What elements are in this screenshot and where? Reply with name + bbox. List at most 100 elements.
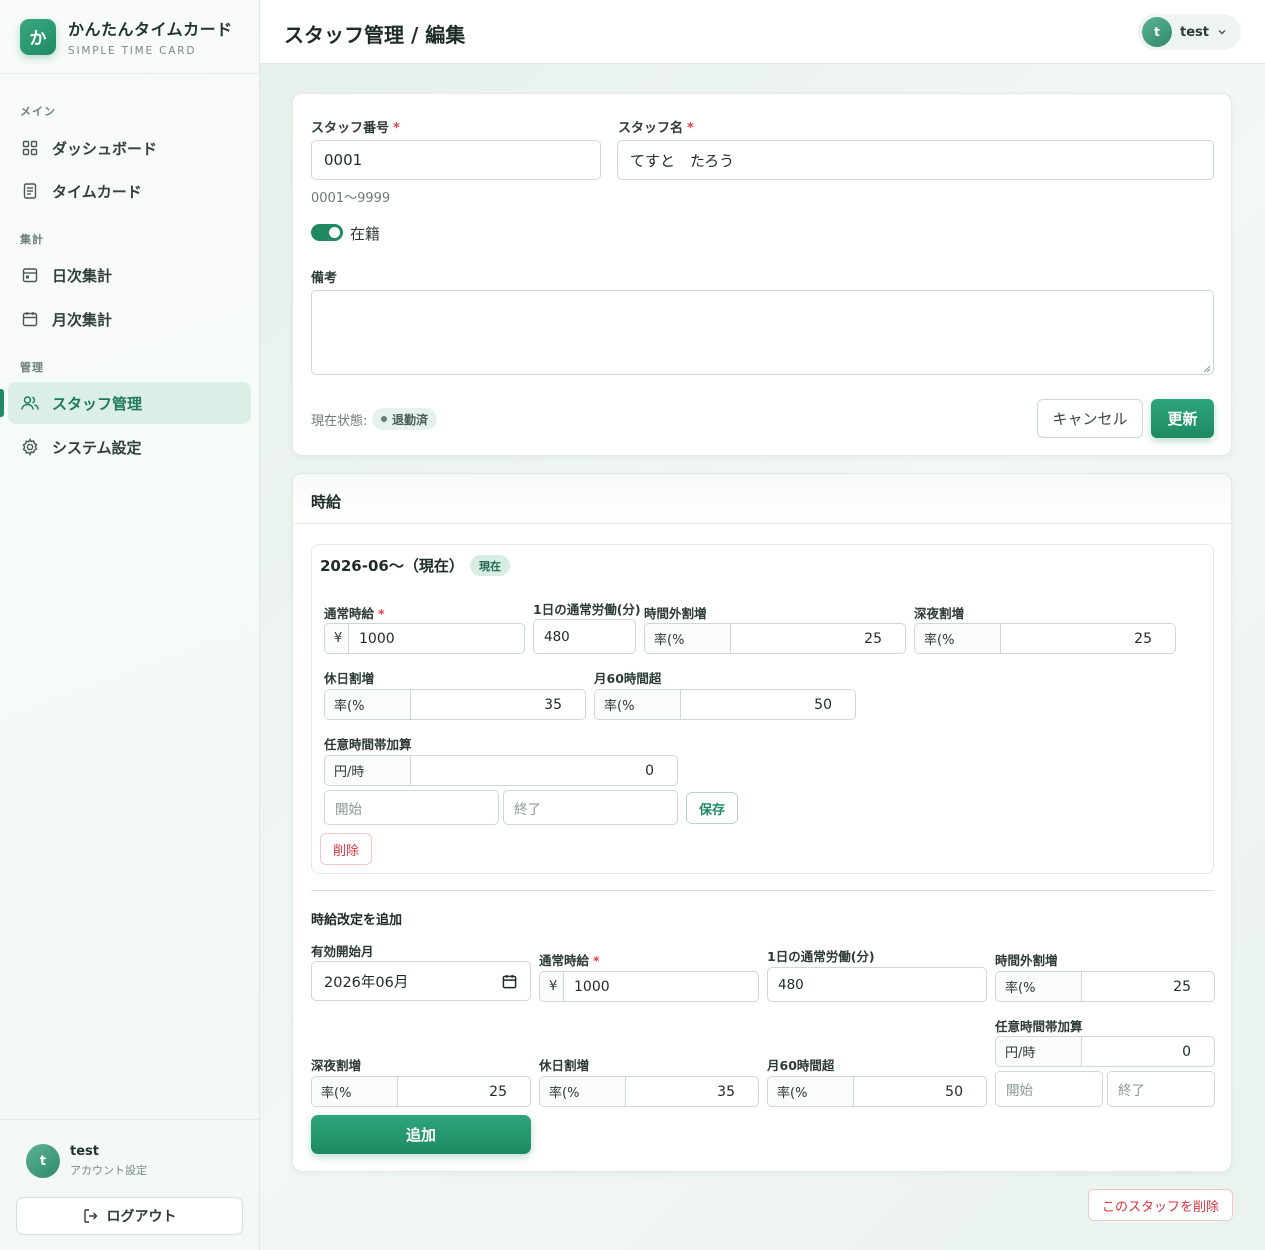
sidebar-item-label: 日次集計 xyxy=(52,266,113,285)
nav-section-summary: 集計 xyxy=(20,233,44,246)
rate-prefix: 率(% xyxy=(325,690,411,719)
wage-section-header: 時給 xyxy=(293,474,1231,524)
custom-start-input[interactable]: 開始 xyxy=(324,790,499,825)
current-badge: 現在 xyxy=(470,555,510,576)
custom-band-input[interactable]: 円/時 0 xyxy=(324,755,678,786)
night-rate-input[interactable]: 率(% 25 xyxy=(914,623,1176,654)
rate-prefix: 率(% xyxy=(540,1077,626,1106)
add-custom-band-input[interactable]: 円/時 0 xyxy=(995,1036,1215,1067)
staff-number-label: スタッフ番号 * xyxy=(311,121,400,136)
status-badge: 退勤済 xyxy=(372,408,438,430)
nav-section-admin: 管理 xyxy=(20,361,44,374)
account-link[interactable]: t test アカウント設定 xyxy=(26,1144,147,1178)
rate-prefix: 率(% xyxy=(915,624,1001,653)
staff-number-hint: 0001〜9999 xyxy=(311,191,391,206)
logout-label: ログアウト xyxy=(106,1209,177,1225)
currency-prefix: ¥ xyxy=(540,972,564,1001)
add-revision-button[interactable]: 追加 xyxy=(311,1115,531,1154)
rate-prefix: 率(% xyxy=(768,1077,854,1106)
custom-band-value: 0 xyxy=(645,762,654,779)
document-icon xyxy=(21,182,39,200)
cancel-button[interactable]: キャンセル xyxy=(1037,399,1143,438)
users-icon xyxy=(21,394,39,412)
daily-minutes-input[interactable]: 480 xyxy=(533,619,636,654)
user-menu-name: test xyxy=(1180,24,1209,40)
rate-prefix: 率(% xyxy=(312,1077,398,1106)
status-label: 現在状態: xyxy=(311,414,368,429)
add-night-label: 深夜割増 xyxy=(311,1058,362,1073)
holiday-rate-input[interactable]: 率(% 35 xyxy=(324,689,586,720)
add-daily-minutes-input[interactable]: 480 xyxy=(767,967,987,1002)
staff-name-input[interactable]: てすと たろう xyxy=(617,140,1214,180)
night-label: 深夜割増 xyxy=(914,606,965,621)
sidebar-item-settings[interactable]: システム設定 xyxy=(8,426,251,468)
brand[interactable]: か かんたんタイムカード SIMPLE TIME CARD xyxy=(0,0,259,74)
sidebar-item-staff[interactable]: スタッフ管理 xyxy=(0,382,251,424)
overtime-rate-value: 25 xyxy=(864,630,882,647)
update-button[interactable]: 更新 xyxy=(1151,399,1214,438)
chevron-down-icon xyxy=(1217,27,1227,37)
add-night-rate-value: 25 xyxy=(489,1083,507,1100)
logout-icon xyxy=(83,1208,99,1224)
add-overtime-rate-value: 25 xyxy=(1173,978,1191,995)
effective-month-label: 有効開始月 xyxy=(311,944,374,959)
sidebar-item-daily[interactable]: 日次集計 xyxy=(8,254,251,296)
user-name: test xyxy=(70,1144,99,1159)
divider xyxy=(311,890,1214,891)
avatar: t xyxy=(26,1144,60,1178)
delete-staff-button[interactable]: このスタッフを削除 xyxy=(1088,1189,1233,1221)
add-custom-band-label: 任意時間帯加算 xyxy=(995,1019,1083,1034)
sidebar-item-dashboard[interactable]: ダッシュボード xyxy=(8,127,251,169)
daily-minutes-label: 1日の通常労働(分) xyxy=(533,602,641,617)
save-button[interactable]: 保存 xyxy=(686,792,738,824)
add-base-wage-label: 通常時給 * xyxy=(539,953,600,968)
add-over60-label: 月60時間超 xyxy=(767,1058,835,1073)
add-revision-title: 時給改定を追加 xyxy=(311,913,403,928)
brand-title: かんたんタイムカード xyxy=(68,20,233,39)
user-menu[interactable]: t test xyxy=(1138,14,1241,50)
staff-number-input[interactable]: 0001 xyxy=(311,140,601,180)
effective-month-input[interactable]: 2026年06月 xyxy=(311,961,531,1001)
add-base-wage-input[interactable]: ¥ 1000 xyxy=(539,971,759,1002)
add-holiday-rate-input[interactable]: 率(% 35 xyxy=(539,1076,759,1107)
sidebar-item-label: スタッフ管理 xyxy=(52,394,143,413)
add-custom-end-input[interactable]: 終了 xyxy=(1107,1071,1215,1107)
add-night-rate-input[interactable]: 率(% 25 xyxy=(311,1076,531,1107)
active-label: 在籍 xyxy=(350,225,381,243)
staff-form-card: スタッフ番号 * 0001 0001〜9999 スタッフ名 * てすと たろう 在籍… xyxy=(292,93,1232,456)
sidebar-item-label: 月次集計 xyxy=(52,310,113,329)
resize-handle-icon xyxy=(1203,365,1211,373)
sidebar-item-monthly[interactable]: 月次集計 xyxy=(8,298,251,340)
sidebar-item-label: タイムカード xyxy=(52,182,142,201)
custom-band-label: 任意時間帯加算 xyxy=(324,737,412,752)
rate-prefix: 率(% xyxy=(996,972,1082,1001)
active-toggle[interactable] xyxy=(311,224,343,241)
add-overtime-label: 時間外割増 xyxy=(995,953,1058,968)
add-over60-rate-input[interactable]: 率(% 50 xyxy=(767,1076,987,1107)
base-wage-input[interactable]: ¥ 1000 xyxy=(324,623,525,654)
calendar-picker-icon[interactable] xyxy=(502,974,517,989)
notes-textarea[interactable] xyxy=(311,290,1214,375)
gear-icon xyxy=(21,438,39,456)
logout-button[interactable]: ログアウト xyxy=(16,1197,243,1235)
add-overtime-rate-input[interactable]: 率(% 25 xyxy=(995,971,1215,1002)
sidebar-item-label: システム設定 xyxy=(52,438,142,457)
add-holiday-rate-value: 35 xyxy=(717,1083,735,1100)
add-over60-rate-value: 50 xyxy=(945,1083,963,1100)
wage-card: 時給 2026-06〜（現在） 現在 通常時給 * ¥ 1000 1日の通常労働(… xyxy=(292,473,1232,1172)
custom-end-input[interactable]: 終了 xyxy=(503,790,678,825)
current-wage-block: 2026-06〜（現在） 現在 通常時給 * ¥ 1000 1日の通常労働(分) … xyxy=(311,544,1214,874)
wage-period: 2026-06〜（現在） xyxy=(320,557,464,575)
page-title: スタッフ管理 / 編集 xyxy=(284,23,466,47)
add-holiday-label: 休日割増 xyxy=(539,1058,590,1073)
avatar: t xyxy=(1142,17,1173,47)
rate-prefix: 率(% xyxy=(645,624,731,653)
overtime-label: 時間外割増 xyxy=(644,606,707,621)
over60-rate-input[interactable]: 率(% 50 xyxy=(594,689,856,720)
add-custom-start-input[interactable]: 開始 xyxy=(995,1071,1103,1107)
sidebar-item-timecard[interactable]: タイムカード xyxy=(8,170,251,212)
delete-wage-button[interactable]: 削除 xyxy=(320,833,372,865)
overtime-rate-input[interactable]: 率(% 25 xyxy=(644,623,906,654)
holiday-label: 休日割増 xyxy=(324,671,375,686)
over60-label: 月60時間超 xyxy=(594,671,662,686)
